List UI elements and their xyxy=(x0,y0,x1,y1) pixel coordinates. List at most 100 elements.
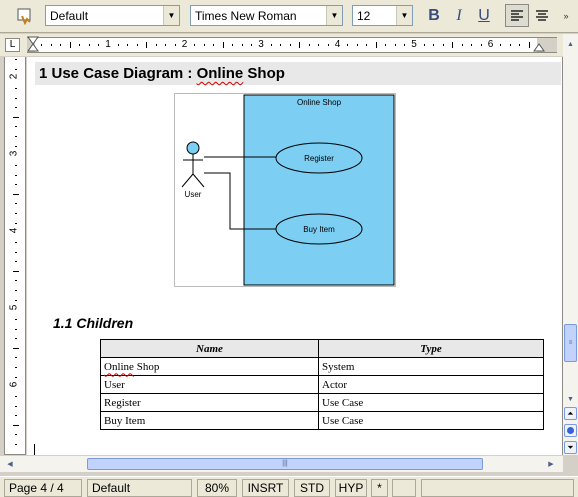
vruler-tick xyxy=(15,98,17,99)
ruler-tick xyxy=(165,44,166,46)
vruler-tick xyxy=(15,261,17,262)
status-bar: Page 4 / 4 Default 80% INSRT STD HYP * xyxy=(0,476,578,497)
vruler-tick xyxy=(15,146,17,147)
ruler-tick xyxy=(328,44,329,46)
chevron-down-icon[interactable]: ▼ xyxy=(163,6,179,25)
ruler-tick xyxy=(299,42,300,48)
scroll-left-icon[interactable]: ◀ xyxy=(2,456,18,472)
vruler-tick xyxy=(13,425,19,426)
heading-1-misspelled-word: Online xyxy=(196,65,244,82)
vruler-tick xyxy=(15,396,17,397)
ruler-tick xyxy=(462,44,463,46)
cell-name: Online Shop xyxy=(100,357,319,376)
heading-1[interactable]: 1 Use Case Diagram : Online Shop xyxy=(35,62,561,85)
font-name-combo[interactable]: Times New Roman ▼ xyxy=(190,5,343,26)
vruler-number: 3 xyxy=(8,150,20,157)
status-page-style[interactable]: Default xyxy=(87,479,192,497)
scroll-right-icon[interactable]: ▶ xyxy=(543,456,559,472)
status-selection-mode[interactable]: STD xyxy=(294,479,330,497)
status-hyphenation[interactable]: HYP xyxy=(335,479,367,497)
ruler-tick xyxy=(404,44,405,46)
italic-button[interactable]: I xyxy=(447,4,471,27)
vertical-scroll-thumb[interactable]: ≡ xyxy=(564,324,577,362)
ruler-tick xyxy=(98,44,99,46)
toolbar-overflow-icon[interactable]: » xyxy=(556,4,576,28)
use-case-diagram[interactable]: Online Shop User Register Buy Item xyxy=(174,93,396,287)
vruler-tick xyxy=(13,271,19,272)
ruler-tick xyxy=(70,42,71,48)
document-page[interactable]: 1 Use Case Diagram : Online Shop Online … xyxy=(27,57,563,455)
chevron-down-icon[interactable]: ▼ xyxy=(326,6,342,25)
ruler-tick xyxy=(60,44,61,46)
system-label: Online Shop xyxy=(297,98,342,107)
status-modified[interactable]: * xyxy=(371,479,388,497)
cell-name: Buy Item xyxy=(100,411,319,430)
table-row[interactable]: Buy Item Use Case xyxy=(100,411,544,430)
formatting-toolbar: Default ▼ Times New Roman ▼ 12 ▼ B I U » xyxy=(0,0,578,33)
align-left-icon xyxy=(511,9,523,21)
navigator-icon[interactable] xyxy=(564,424,577,437)
column-header-type: Type xyxy=(318,339,544,358)
ruler-tick xyxy=(433,44,434,46)
ruler-tick xyxy=(137,44,138,46)
status-signature[interactable] xyxy=(392,479,416,497)
paragraph-style-combo[interactable]: Default ▼ xyxy=(45,5,180,26)
status-insert-mode[interactable]: INSRT xyxy=(242,479,289,497)
column-header-name: Name xyxy=(100,339,319,358)
vertical-scrollbar[interactable]: ▲ ≡ ▼ ⏶ ⏷ xyxy=(563,34,578,455)
horizontal-ruler[interactable]: 1 2 3 4 5 6 xyxy=(27,36,557,54)
ruler-tick xyxy=(385,44,386,46)
ruler-tick xyxy=(194,44,195,46)
status-page[interactable]: Page 4 / 4 xyxy=(4,479,82,497)
align-left-button[interactable] xyxy=(505,4,529,27)
vruler-tick xyxy=(15,107,17,108)
next-page-icon[interactable]: ⏷ xyxy=(564,441,577,454)
ruler-number: 1 xyxy=(105,39,111,50)
paragraph-style-value: Default xyxy=(50,8,89,23)
table-row[interactable]: Online Shop System xyxy=(100,357,544,376)
vruler-tick xyxy=(15,377,17,378)
table-row[interactable]: User Actor xyxy=(100,375,544,394)
ruler-tick xyxy=(366,44,367,46)
vruler-tick xyxy=(15,69,17,70)
bold-button[interactable]: B xyxy=(422,4,446,27)
ruler-tick xyxy=(156,44,157,46)
vruler-number: 5 xyxy=(8,304,20,311)
text-cursor xyxy=(34,444,35,455)
heading-2[interactable]: 1.1 Children xyxy=(53,315,133,331)
vruler-tick xyxy=(15,223,17,224)
vruler-tick xyxy=(15,406,17,407)
children-table[interactable]: Name Type Online Shop System User Actor … xyxy=(100,339,544,430)
heading-1-prefix: 1 Use Case Diagram : xyxy=(39,65,197,82)
chevron-down-icon[interactable]: ▼ xyxy=(396,6,412,25)
ruler-tick xyxy=(242,44,243,46)
font-size-combo[interactable]: 12 ▼ xyxy=(352,5,413,26)
vertical-ruler[interactable]: 2 3 4 5 6 xyxy=(4,57,26,455)
ruler-tick xyxy=(347,44,348,46)
vruler-tick xyxy=(15,434,17,435)
previous-page-icon[interactable]: ⏶ xyxy=(564,407,577,420)
status-zoom[interactable]: 80% xyxy=(197,479,237,497)
status-info xyxy=(421,479,574,497)
styles-icon[interactable] xyxy=(12,4,38,28)
scroll-up-icon[interactable]: ▲ xyxy=(563,36,578,52)
right-indent-marker-icon[interactable] xyxy=(531,36,547,54)
ruler-tick xyxy=(51,44,52,46)
tab-type-selector[interactable]: L xyxy=(5,38,20,52)
horizontal-scrollbar[interactable]: ◀ ||| ▶ xyxy=(0,456,563,472)
table-row[interactable]: Register Use Case xyxy=(100,393,544,412)
scroll-down-icon[interactable]: ▼ xyxy=(563,391,578,407)
align-center-button[interactable] xyxy=(530,4,554,27)
horizontal-scroll-thumb[interactable]: ||| xyxy=(87,458,483,470)
ruler-tick xyxy=(357,44,358,46)
vruler-tick xyxy=(15,59,17,60)
vruler-tick xyxy=(15,203,17,204)
cell-name-text: Register xyxy=(104,396,141,409)
ruler-tick xyxy=(204,44,205,46)
ruler-tick xyxy=(271,44,272,46)
underline-button[interactable]: U xyxy=(472,4,496,27)
ruler-tick xyxy=(424,44,425,46)
vruler-number: 4 xyxy=(8,227,20,234)
ruler-tick xyxy=(232,44,233,46)
vruler-tick xyxy=(13,348,19,349)
